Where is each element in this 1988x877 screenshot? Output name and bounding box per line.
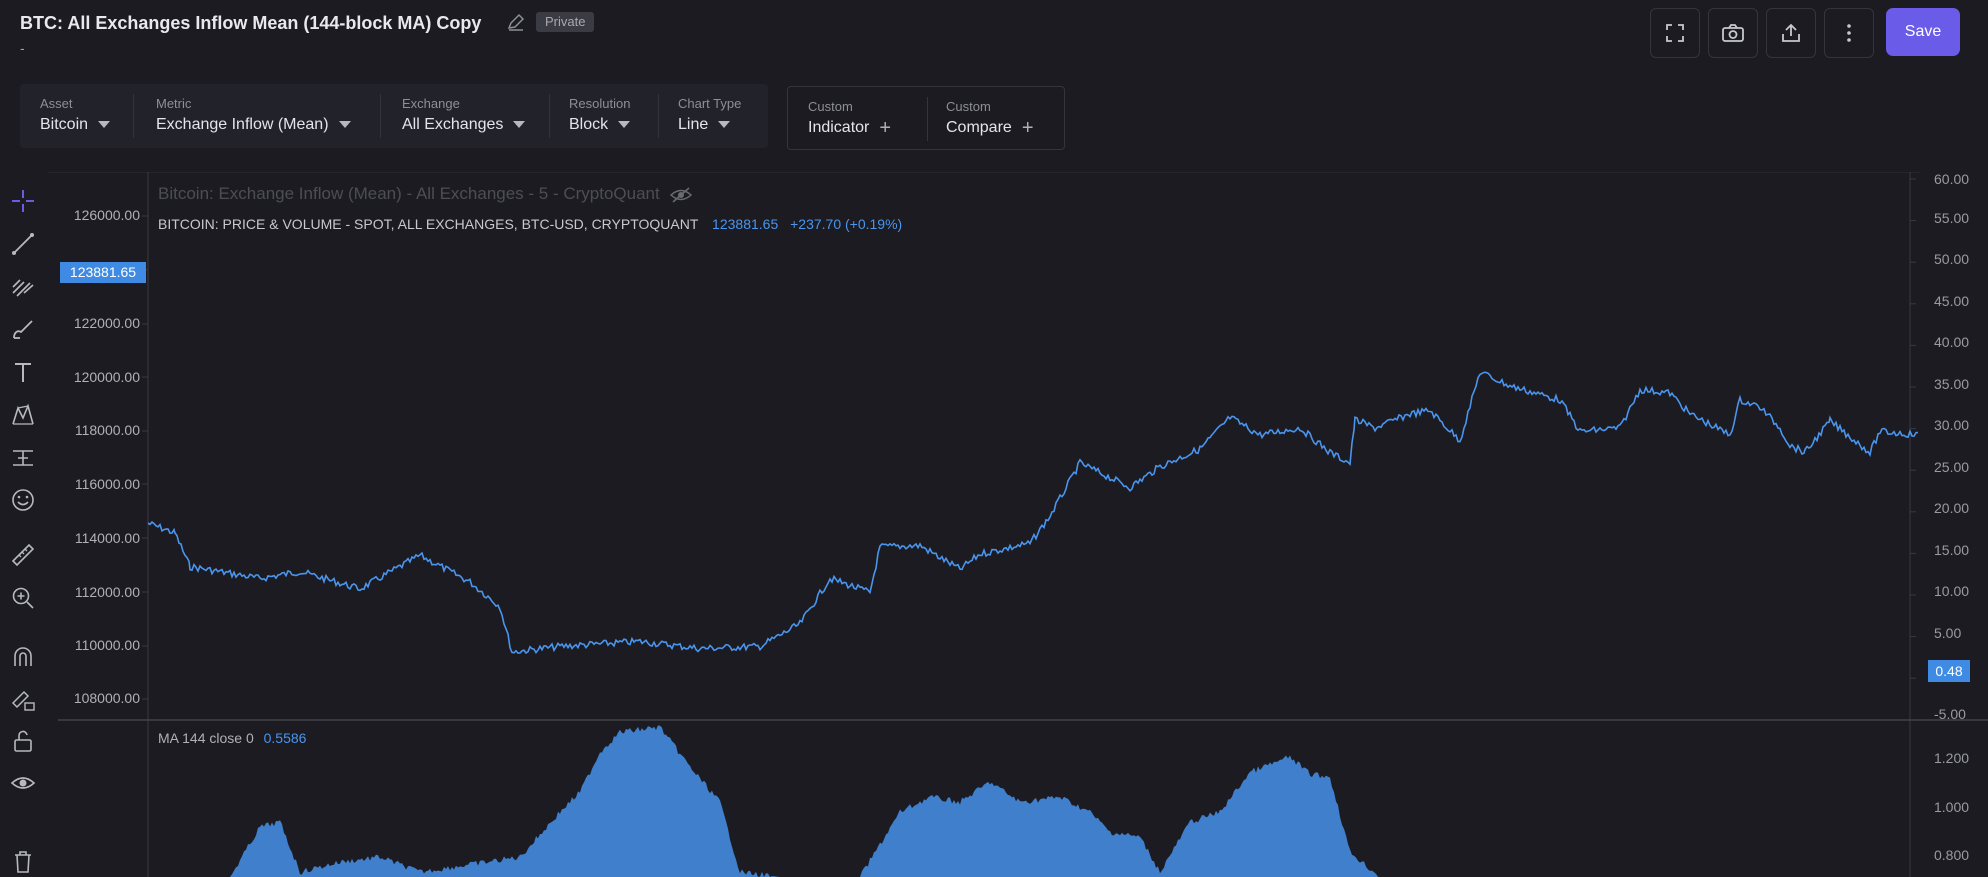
divider <box>133 94 134 138</box>
resolution-label: Resolution <box>569 96 631 111</box>
right-axis-label: 45.00 <box>1934 293 1970 309</box>
exchange-select[interactable]: Exchange All Exchanges <box>382 84 558 148</box>
fullscreen-icon <box>1666 24 1684 42</box>
left-axis-label: 126000.00 <box>73 207 140 223</box>
right-axis-label: 50.00 <box>1934 251 1970 267</box>
plus-icon: + <box>879 116 892 139</box>
private-badge: Private <box>536 12 595 32</box>
right-axis-label: 15.00 <box>1934 542 1970 558</box>
screenshot-button[interactable] <box>1708 8 1758 58</box>
chart-type-select[interactable]: Chart Type Line <box>660 84 768 148</box>
resolution-select[interactable]: Resolution Block <box>550 84 656 148</box>
custom-compare-label: Custom <box>946 99 991 114</box>
left-axis-label: 120000.00 <box>73 369 140 385</box>
ma-value: 0.5586 <box>263 730 307 746</box>
chart-description: - <box>20 40 25 56</box>
top-bar: BTC: All Exchanges Inflow Mean (144-bloc… <box>0 0 1988 70</box>
left-axis-label: 114000.00 <box>74 530 140 546</box>
current-metric-tag: 0.48 <box>1928 660 1970 682</box>
ma-axis-label: 0.800 <box>1934 847 1970 863</box>
chevron-down-icon <box>618 121 631 129</box>
chart-area[interactable] <box>0 172 1988 877</box>
right-axis-label: 35.00 <box>1934 376 1970 392</box>
custom-bar: Custom Indicator + Custom Compare + <box>787 86 1065 150</box>
chart-type-value: Line <box>678 116 709 133</box>
save-button[interactable]: Save <box>1886 8 1960 56</box>
price-value: 123881.65 <box>712 216 779 232</box>
chevron-down-icon <box>338 121 351 129</box>
right-axis-label: 25.00 <box>1934 459 1970 475</box>
right-axis-label: 10.00 <box>1934 583 1970 599</box>
chevron-down-icon <box>718 121 731 129</box>
fullscreen-button[interactable] <box>1650 8 1700 58</box>
price-series-title: BITCOIN: PRICE & VOLUME - SPOT, ALL EXCH… <box>158 216 699 232</box>
left-axis-label: 110000.00 <box>74 637 140 653</box>
share-icon <box>1782 23 1800 42</box>
current-price-tag: 123881.65 <box>60 262 146 283</box>
unlock-icon[interactable] <box>10 728 36 754</box>
custom-indicator-label: Custom <box>808 99 853 114</box>
edit-title-icon[interactable] <box>505 11 527 33</box>
chevron-down-icon <box>98 121 111 129</box>
custom-indicator-button[interactable]: Custom Indicator + <box>788 87 924 151</box>
ma-label: MA 144 close 0 <box>158 730 254 746</box>
exchange-value: All Exchanges <box>402 116 504 133</box>
chart-type-label: Chart Type <box>678 96 742 111</box>
ma-axis-label: 1.000 <box>1934 799 1970 815</box>
left-axis-label: 116000.00 <box>74 476 140 492</box>
pitchfork-icon[interactable] <box>10 273 36 299</box>
asset-select[interactable]: Asset Bitcoin <box>20 84 130 148</box>
right-axis-label: 60.00 <box>1934 171 1970 187</box>
left-axis-label: 122000.00 <box>73 315 140 331</box>
filter-bar: Asset Bitcoin Metric Exchange Inflow (Me… <box>20 84 768 148</box>
eye-off-icon[interactable] <box>670 186 693 204</box>
right-axis-label: 20.00 <box>1934 500 1970 516</box>
more-options-button[interactable] <box>1824 8 1874 58</box>
camera-icon <box>1722 24 1744 42</box>
right-axis-label: 5.00 <box>1934 625 1962 641</box>
measure-icon[interactable] <box>10 445 36 471</box>
drawing-toolbar <box>0 172 48 877</box>
eye-icon[interactable] <box>10 770 36 796</box>
trash-icon[interactable] <box>10 848 36 874</box>
asset-value: Bitcoin <box>40 116 89 133</box>
right-axis-label: 40.00 <box>1934 334 1970 350</box>
trendline-icon[interactable] <box>10 231 36 257</box>
more-vert-icon <box>1847 24 1851 42</box>
page-title: BTC: All Exchanges Inflow Mean (144-bloc… <box>20 13 482 33</box>
left-axis-label: 108000.00 <box>73 690 140 706</box>
series-title: Bitcoin: Exchange Inflow (Mean) - All Ex… <box>158 184 660 203</box>
plus-icon: + <box>1021 116 1034 139</box>
metric-value: Exchange Inflow (Mean) <box>156 116 329 133</box>
custom-compare-button[interactable]: Custom Compare + <box>928 87 1064 151</box>
resolution-value: Block <box>569 116 609 133</box>
asset-label: Asset <box>40 96 73 111</box>
exchange-label: Exchange <box>402 96 460 111</box>
right-axis-label: -5.00 <box>1934 706 1966 722</box>
right-axis-label: 30.00 <box>1934 417 1970 433</box>
chevron-down-icon <box>513 121 526 129</box>
price-change: +237.70 (+0.19%) <box>790 216 903 232</box>
custom-compare-value: Compare <box>946 119 1012 136</box>
metric-select[interactable]: Metric Exchange Inflow (Mean) <box>136 84 376 148</box>
custom-indicator-value: Indicator <box>808 119 870 136</box>
metric-label: Metric <box>156 96 192 111</box>
left-axis-label: 112000.00 <box>74 584 140 600</box>
left-axis-label: 118000.00 <box>74 422 140 438</box>
divider <box>658 94 659 138</box>
ma-axis-label: 1.200 <box>1934 750 1970 766</box>
divider <box>380 94 381 138</box>
share-button[interactable] <box>1766 8 1816 58</box>
right-axis-label: 55.00 <box>1934 210 1970 226</box>
